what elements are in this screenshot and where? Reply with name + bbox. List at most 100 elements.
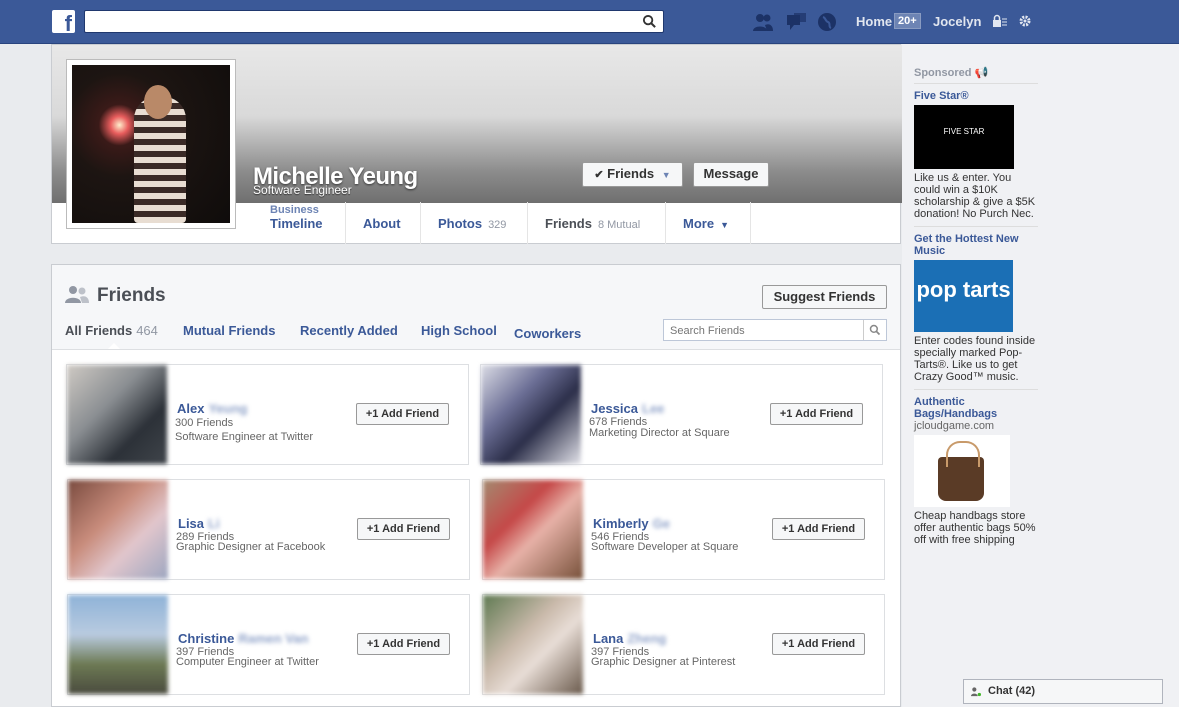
ad-body: Enter codes found inside specially marke… xyxy=(914,335,1036,383)
friend-name[interactable]: Jessica Lee xyxy=(591,401,664,416)
filter-label: All Friends xyxy=(65,323,133,338)
friend-card: Jessica Lee 678 Friends Marketing Directo… xyxy=(480,364,883,465)
facebook-logo-icon[interactable]: f xyxy=(52,10,75,33)
tab-photos[interactable]: Photos 329 xyxy=(421,202,528,244)
sponsored-heading: Sponsored 📢 xyxy=(914,66,1038,84)
user-profile-link[interactable]: Jocelyn xyxy=(933,14,981,29)
add-friend-icon: +1 xyxy=(366,523,380,535)
friends-panel-header: Friends Suggest Friends All Friends 464 M… xyxy=(52,265,900,350)
friend-description: Computer Engineer at Twitter xyxy=(176,656,319,668)
friend-description: Software Engineer at Twitter xyxy=(175,431,313,443)
tab-count: 8 Mutual xyxy=(597,219,641,231)
ad-url: jcloudgame.com xyxy=(914,420,995,432)
add-friend-button[interactable]: +1 Add Friend xyxy=(356,403,449,425)
filter-coworkers[interactable]: Coworkers xyxy=(514,326,581,341)
ad-body: Cheap handbags store offer authentic bag… xyxy=(914,510,1036,546)
friend-name[interactable]: Kimberly Ge xyxy=(593,516,670,531)
chevron-down-icon: ▼ xyxy=(661,170,671,180)
friend-card: Alex Yeung 300 Friends Software Engineer … xyxy=(66,364,469,465)
ad-title[interactable]: Get the Hottest New Music xyxy=(914,233,1038,257)
ad-body: Like us & enter. You could win a $10K sc… xyxy=(914,172,1036,220)
friend-card: Lana Zheng 397 Friends Graphic Designer a… xyxy=(482,594,885,695)
friend-requests-icon[interactable] xyxy=(752,11,774,33)
global-search-input[interactable] xyxy=(84,10,664,33)
search-friends-button[interactable] xyxy=(863,320,886,340)
suggest-friends-button[interactable]: Suggest Friends xyxy=(762,285,887,309)
friend-card: Kimberly Ge 546 Friends Software Develope… xyxy=(482,479,885,580)
add-friend-button[interactable]: +1 Add Friend xyxy=(772,633,865,655)
add-friend-icon: +1 xyxy=(779,408,793,420)
checkmark-icon: ✔ xyxy=(594,169,604,181)
friend-card: Lisa Li 289 Friends Graphic Designer at F… xyxy=(67,479,470,580)
profile-picture[interactable] xyxy=(66,59,236,229)
ad-title[interactable]: Five Star® xyxy=(914,90,1038,102)
add-friend-button[interactable]: +1 Add Friend xyxy=(357,633,450,655)
tab-label: More xyxy=(683,216,715,231)
friend-photo[interactable] xyxy=(483,480,583,579)
friends-status-button[interactable]: ✔ Friends ▼ xyxy=(582,162,683,187)
sponsored-ads: Sponsored 📢 Five Star® FIVE STAR Like us… xyxy=(914,66,1038,558)
ad-item[interactable]: Five Star® FIVE STAR Like us & enter. Yo… xyxy=(914,90,1038,227)
add-friend-button[interactable]: +1 Add Friend xyxy=(770,403,863,425)
active-filter-caret xyxy=(108,343,120,349)
friend-count: 300 Friends xyxy=(175,417,234,429)
friend-description: Marketing Director at Square xyxy=(589,427,730,439)
ad-item[interactable]: Authentic Bags/Handbags jcloudgame.com C… xyxy=(914,396,1038,552)
tab-timeline[interactable]: Business Timeline xyxy=(253,202,346,244)
chevron-down-icon: ▼ xyxy=(720,220,729,230)
tab-count: 329 xyxy=(488,219,507,231)
tab-more[interactable]: More ▼ xyxy=(666,202,751,244)
ad-title[interactable]: Authentic Bags/Handbags xyxy=(914,396,1038,420)
ad-image[interactable]: FIVE STAR xyxy=(914,105,1014,169)
ad-image-text: FIVE STAR xyxy=(943,127,985,136)
ad-image[interactable]: pop tarts xyxy=(914,260,1013,332)
add-friend-icon: +1 xyxy=(366,638,380,650)
tab-friends[interactable]: Friends 8 Mutual xyxy=(528,202,666,244)
friend-name[interactable]: Lana Zheng xyxy=(593,631,666,646)
gear-icon[interactable] xyxy=(1018,14,1032,28)
friend-description: Graphic Designer at Pinterest xyxy=(591,656,736,668)
chat-label: Chat (42) xyxy=(988,685,1036,697)
chat-bar[interactable]: Chat (42) xyxy=(963,679,1163,704)
friend-description: Graphic Designer at Facebook xyxy=(176,541,326,553)
message-button[interactable]: Message xyxy=(693,162,769,187)
tab-label: Timeline xyxy=(270,216,323,231)
ad-image[interactable] xyxy=(914,435,1010,507)
add-friend-icon: +1 xyxy=(781,638,795,650)
friend-photo[interactable] xyxy=(481,365,581,464)
filter-all-friends[interactable]: All Friends 464 xyxy=(65,323,158,338)
add-friend-icon: +1 xyxy=(781,523,795,535)
search-friends-box xyxy=(663,319,887,341)
friend-name[interactable]: Alex Yeung xyxy=(177,401,247,416)
friends-button-label: Friends xyxy=(607,166,655,181)
filter-mutual-friends[interactable]: Mutual Friends xyxy=(183,323,275,338)
privacy-shortcuts-icon[interactable] xyxy=(992,14,1007,28)
chat-online-icon xyxy=(971,687,981,697)
add-friend-button[interactable]: +1 Add Friend xyxy=(357,518,450,540)
filter-recently-added[interactable]: Recently Added xyxy=(300,323,398,338)
messages-icon[interactable] xyxy=(785,11,807,33)
filter-count: 464 xyxy=(136,323,158,338)
friend-card: Christine Ramen Van 397 Friends Computer … xyxy=(67,594,470,695)
profile-subtitle: Software Engineer xyxy=(253,183,352,197)
home-count-badge: 20+ xyxy=(894,13,921,29)
friend-name[interactable]: Christine Ramen Van xyxy=(178,631,308,646)
friend-photo[interactable] xyxy=(68,480,168,579)
ad-item[interactable]: Get the Hottest New Music pop tarts Ente… xyxy=(914,233,1038,390)
tab-label: Photos xyxy=(438,216,483,231)
friend-name[interactable]: Lisa Li xyxy=(178,516,220,531)
search-icon[interactable] xyxy=(642,14,657,29)
friend-photo[interactable] xyxy=(67,365,167,464)
tab-label: Friends xyxy=(545,216,592,231)
friend-photo[interactable] xyxy=(483,595,583,694)
friends-section-title: Friends xyxy=(97,285,166,306)
notifications-globe-icon[interactable] xyxy=(816,11,838,33)
friend-description: Software Developer at Square xyxy=(591,541,739,553)
filter-high-school[interactable]: High School xyxy=(421,323,497,338)
friend-photo[interactable] xyxy=(68,595,168,694)
add-friend-button[interactable]: +1 Add Friend xyxy=(772,518,865,540)
search-friends-input[interactable] xyxy=(668,321,867,341)
tab-about[interactable]: About xyxy=(346,202,421,244)
add-friend-icon: +1 xyxy=(365,408,379,420)
home-link[interactable]: Home xyxy=(856,14,892,29)
